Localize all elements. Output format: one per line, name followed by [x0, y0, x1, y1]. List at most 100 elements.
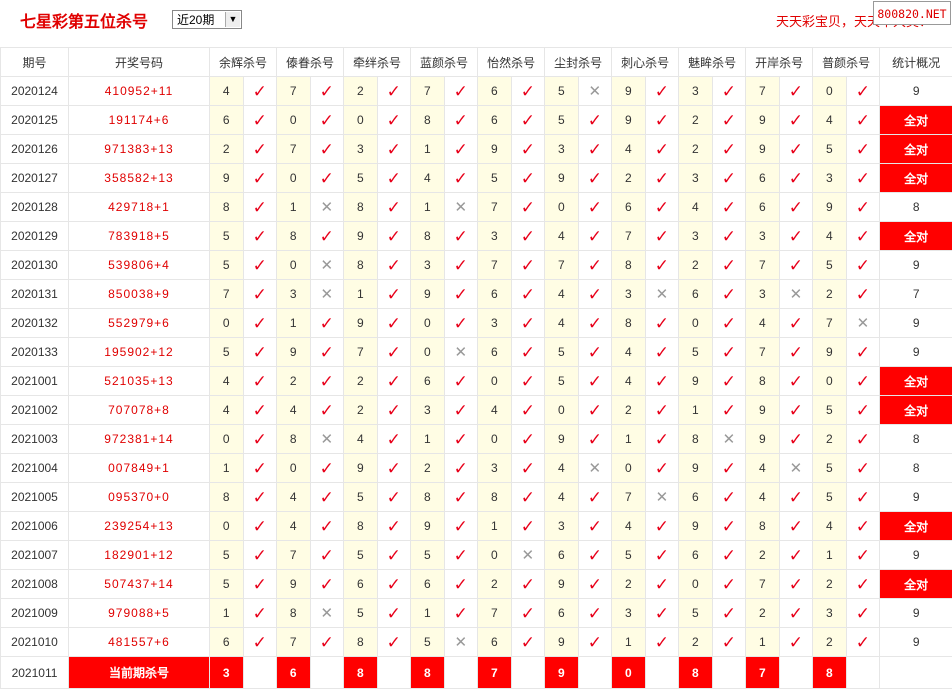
- result-cell: ✓: [242, 308, 278, 338]
- result-cell: ✓: [510, 598, 546, 628]
- kill-value-cell: 6: [410, 366, 445, 396]
- kill-value-cell: 0: [209, 308, 244, 338]
- check-icon: ✓: [788, 313, 803, 333]
- stats-cell: 9: [879, 308, 952, 338]
- cross-icon: ✕: [320, 198, 334, 216]
- watermark: 800820.NET: [873, 1, 951, 25]
- kill-value-cell: 3: [544, 134, 579, 164]
- result-cell: ✓: [778, 76, 814, 106]
- kill-value-cell: 4: [812, 105, 847, 135]
- result-cell: ✓: [309, 105, 345, 135]
- period-range-select[interactable]: 近20期 ▼: [172, 10, 242, 29]
- kill-value-cell: 4: [544, 482, 579, 512]
- result-cell: ✓: [242, 511, 278, 541]
- cross-icon: ✕: [856, 314, 870, 332]
- check-icon: ✓: [252, 255, 267, 275]
- kill-value-cell: 2: [343, 395, 378, 425]
- col-period: 期号: [0, 47, 69, 77]
- check-icon: ✓: [252, 168, 267, 188]
- kill-value-cell: 4: [745, 453, 780, 483]
- check-icon: ✓: [520, 458, 535, 478]
- result-cell: ✓: [376, 250, 412, 280]
- kill-value-cell: 7: [276, 540, 311, 570]
- current-kill-value: 6: [276, 656, 311, 689]
- check-icon: ✓: [386, 342, 401, 362]
- table-row: 2020132 552979+6 0 ✓ 1 ✓ 9 ✓ 0 ✓ 3 ✓ 4 ✓ 8 ✓ 0 ✓ 4 ✓ 7 ✕ 9: [0, 308, 952, 338]
- kill-value-cell: 9: [343, 308, 378, 338]
- table-row: 2020129 783918+5 5 ✓ 8 ✓ 9 ✓ 8 ✓ 3 ✓ 4 ✓ 7 ✓ 3 ✓ 3 ✓ 4 ✓ 全对: [0, 221, 952, 251]
- result-cell: ✓: [577, 627, 613, 657]
- result-cell: ✕: [309, 424, 345, 454]
- kill-value-cell: 7: [477, 598, 512, 628]
- check-icon: ✓: [386, 516, 401, 536]
- check-icon: ✓: [319, 574, 334, 594]
- kill-value-cell: 1: [410, 424, 445, 454]
- period-cell: 2021004: [0, 453, 69, 483]
- kill-value-cell: 4: [544, 221, 579, 251]
- kill-value-cell: 5: [209, 540, 244, 570]
- draw-numbers-cell: 429718+1: [68, 192, 210, 222]
- table-row: 2020130 539806+4 5 ✓ 0 ✕ 8 ✓ 3 ✓ 7 ✓ 7 ✓ 8 ✓ 2 ✓ 7 ✓ 5 ✓ 9: [0, 250, 952, 280]
- kill-value-cell: 9: [410, 511, 445, 541]
- kill-value-cell: 6: [678, 482, 713, 512]
- cross-icon: ✕: [722, 430, 736, 448]
- kill-value-cell: 8: [745, 511, 780, 541]
- result-cell: ✓: [845, 569, 881, 599]
- check-icon: ✓: [319, 371, 334, 391]
- result-cell: ✓: [510, 627, 546, 657]
- check-icon: ✓: [252, 603, 267, 623]
- result-cell: ✓: [778, 366, 814, 396]
- kill-value-cell: 2: [611, 163, 646, 193]
- current-kill-value: 7: [745, 656, 780, 689]
- kill-value-cell: 4: [678, 192, 713, 222]
- table-row: 2021003 972381+14 0 ✓ 8 ✕ 4 ✓ 1 ✓ 0 ✓ 9 ✓ 1 ✓ 8 ✕ 9 ✓ 2 ✓ 8: [0, 424, 952, 454]
- result-cell: ✓: [778, 221, 814, 251]
- check-icon: ✓: [855, 342, 871, 362]
- result-cell: ✓: [577, 366, 613, 396]
- result-cell: ✓: [644, 76, 680, 106]
- result-cell: ✓: [309, 511, 345, 541]
- result-cell: ✓: [577, 308, 613, 338]
- kill-value-cell: 3: [477, 308, 512, 338]
- kill-value-cell: 7: [745, 250, 780, 280]
- draw-numbers-cell: 552979+6: [68, 308, 210, 338]
- stats-cell: 全对: [879, 569, 952, 599]
- table-row: 2021004 007849+1 1 ✓ 0 ✓ 9 ✓ 2 ✓ 3 ✓ 4 ✕ 0 ✓ 9 ✓ 4 ✕ 5 ✓ 8: [0, 453, 952, 483]
- result-cell: ✓: [309, 453, 345, 483]
- check-icon: ✓: [654, 545, 669, 565]
- period-cell: 2021005: [0, 482, 69, 512]
- table-row: 2020124 410952+11 4 ✓ 7 ✓ 2 ✓ 7 ✓ 6 ✓ 5 ✕ 9 ✓ 3 ✓ 7 ✓ 0 ✓ 9: [0, 76, 952, 106]
- col-method: 魅眸杀号: [678, 47, 747, 77]
- check-icon: ✓: [855, 371, 871, 391]
- check-icon: ✓: [453, 313, 468, 333]
- empty-result-cell: [711, 656, 747, 689]
- kill-value-cell: 2: [745, 598, 780, 628]
- kill-value-cell: 4: [812, 221, 847, 251]
- kill-value-cell: 1: [209, 598, 244, 628]
- result-cell: ✓: [376, 569, 412, 599]
- cross-icon: ✕: [655, 285, 669, 303]
- stats-cell: 全对: [879, 395, 952, 425]
- check-icon: ✓: [386, 603, 401, 623]
- check-icon: ✓: [319, 516, 334, 536]
- check-icon: ✓: [587, 342, 602, 362]
- kill-value-cell: 1: [611, 424, 646, 454]
- chevron-down-icon[interactable]: ▼: [225, 12, 240, 27]
- result-cell: ✓: [845, 337, 881, 367]
- kill-value-cell: 2: [812, 424, 847, 454]
- kill-value-cell: 1: [678, 395, 713, 425]
- kill-value-cell: 3: [611, 279, 646, 309]
- check-icon: ✓: [319, 545, 334, 565]
- kill-value-cell: 4: [209, 366, 244, 396]
- kill-value-cell: 9: [544, 163, 579, 193]
- table-row: 2021002 707078+8 4 ✓ 4 ✓ 2 ✓ 3 ✓ 4 ✓ 0 ✓ 2 ✓ 1 ✓ 9 ✓ 5 ✓ 全对: [0, 395, 952, 425]
- kill-value-cell: 9: [544, 569, 579, 599]
- kill-value-cell: 4: [544, 279, 579, 309]
- result-cell: ✓: [644, 540, 680, 570]
- result-cell: ✓: [577, 134, 613, 164]
- result-cell: ✓: [711, 134, 747, 164]
- result-cell: ✓: [309, 76, 345, 106]
- result-cell: ✓: [376, 424, 412, 454]
- kill-value-cell: 5: [678, 598, 713, 628]
- result-cell: ✓: [242, 598, 278, 628]
